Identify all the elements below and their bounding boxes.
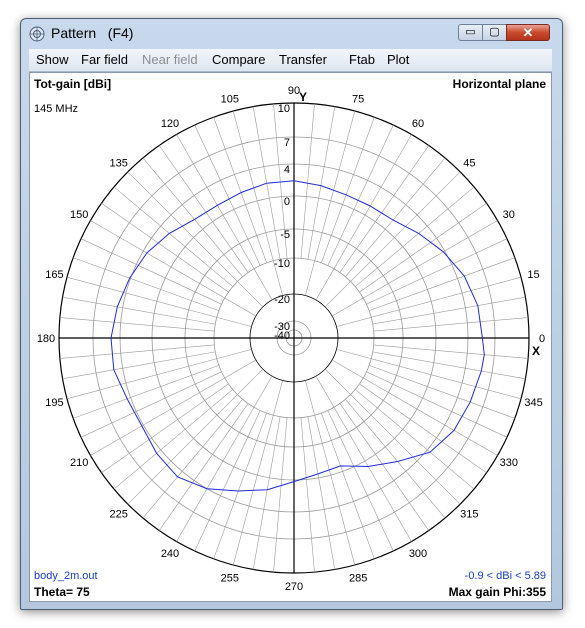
grid-spoke [59,317,215,332]
grid-spoke [113,389,233,490]
grid-spoke [66,349,252,400]
grid-spoke [373,344,529,359]
title-bar[interactable]: Pattern (F4) ▭ ▢ ✕ [21,19,562,49]
menu-far-field[interactable]: Far field [81,52,128,67]
grid-spoke [194,124,261,266]
grid-spoke [324,171,461,308]
maximize-button[interactable]: ▢ [482,24,507,41]
close-button[interactable]: ✕ [506,24,550,41]
grid-spoke [331,220,498,317]
y-axis-label: Y [299,90,307,104]
grid-spoke [366,371,508,438]
grid-spoke [300,417,315,573]
grid-spoke [176,375,273,542]
grid-spoke [327,410,394,552]
menu-near-field[interactable]: Near field [142,52,198,67]
plot-area: 10 7 4 0 -5 -10 -20 -30 -40 0 15 30 45 60 75 90 105 120 13… [29,72,552,602]
grid-spoke [366,238,508,305]
angle-tick-label: 255 [221,573,239,585]
window-title: Pattern (F4) [51,25,134,41]
angle-tick-label: 195 [45,397,63,409]
grid-spoke [142,157,243,277]
grid-spoke [345,157,446,277]
grid-spoke [176,134,273,301]
grid-spoke [273,417,288,573]
angle-tick-label: 15 [527,269,539,281]
grid-spoke [327,124,394,266]
angle-tick-label: 45 [463,158,475,170]
angle-tick-label: 75 [352,93,364,105]
menu-bar: Show Far field Near field Compare Transf… [29,49,552,72]
grid-spoke [66,276,252,327]
angle-tick-label: 60 [412,118,424,130]
grid-spoke [305,380,356,566]
grid-spoke [305,110,356,296]
angle-tick-label: 225 [109,508,127,520]
frequency-label: 145 MHz [34,103,79,115]
menu-ftab[interactable]: Ftab [349,52,375,67]
ring-tick-label: 10 [278,103,290,115]
grid-spoke [90,359,257,456]
menu-transfer[interactable]: Transfer [279,52,327,67]
angle-tick-label: 150 [70,209,88,221]
ring-tick-label: -40 [274,330,290,342]
grid-spoke [90,220,257,317]
grid-spoke [315,134,412,301]
grid-spoke [373,317,529,332]
ring-tick-label: 0 [284,196,290,208]
angle-tick-label: 300 [409,548,427,560]
grid-spoke [336,349,522,400]
app-icon [29,26,45,42]
minimize-icon: ▭ [465,26,476,38]
grid-spoke [113,186,233,287]
angle-tick-label: 240 [161,548,179,560]
angle-tick-label: 180 [37,333,55,345]
max-gain-label: Max gain Phi:355 [448,585,546,599]
grid-spoke [142,399,243,519]
grid-spoke [194,410,261,552]
grid-spoke [315,375,412,542]
grid-spoke [300,103,315,259]
grid-spoke [355,389,475,490]
angle-tick-label: 135 [109,158,127,170]
angle-tick-label: 330 [500,457,518,469]
grid-spoke [331,359,498,456]
angle-tick-label: 105 [221,93,239,105]
polar-plot: 10740-5-10-20-30-40 015304560759010512013… [37,85,545,593]
angle-tick-label: 315 [460,508,478,520]
x-axis-label: X [532,344,540,358]
grid-spoke [80,371,222,438]
plane-label: Horizontal plane [452,77,546,91]
grid-spoke [59,344,215,359]
grid-spoke [345,399,446,519]
ring-tick-label: 7 [284,137,290,149]
minimize-button[interactable]: ▭ [458,24,483,41]
angle-tick-label: 30 [503,209,515,221]
maximize-icon: ▢ [489,26,500,38]
menu-compare[interactable]: Compare [212,52,265,67]
ring-tick-label: -20 [274,294,290,306]
quantity-label: Tot-gain [dBi] [34,77,112,91]
angle-tick-label: 285 [349,573,367,585]
grid-spoke [355,186,475,287]
angle-tick-label: 120 [161,118,179,130]
ring-tick-label: -10 [274,258,290,270]
grid-spoke [232,380,283,566]
menu-plot[interactable]: Plot [387,52,409,67]
angle-tick-label: 270 [285,581,303,593]
pattern-window: Pattern (F4) ▭ ▢ ✕ Show Far field Near f… [20,18,563,610]
gain-range-label: -0.9 < dBi < 5.89 [464,570,546,582]
menu-show[interactable]: Show [36,52,69,67]
grid-spoke [324,368,461,505]
angle-tick-label: 165 [45,269,63,281]
grid-spoke [336,276,522,327]
angle-tick-label: 210 [70,457,88,469]
file-label: body_2m.out [34,570,98,582]
ring-tick-label: 4 [284,164,290,176]
angle-tick-label: 345 [524,397,542,409]
theta-label: Theta= 75 [34,585,90,599]
close-icon: ✕ [522,25,534,40]
ring-tick-label: -5 [280,229,290,241]
